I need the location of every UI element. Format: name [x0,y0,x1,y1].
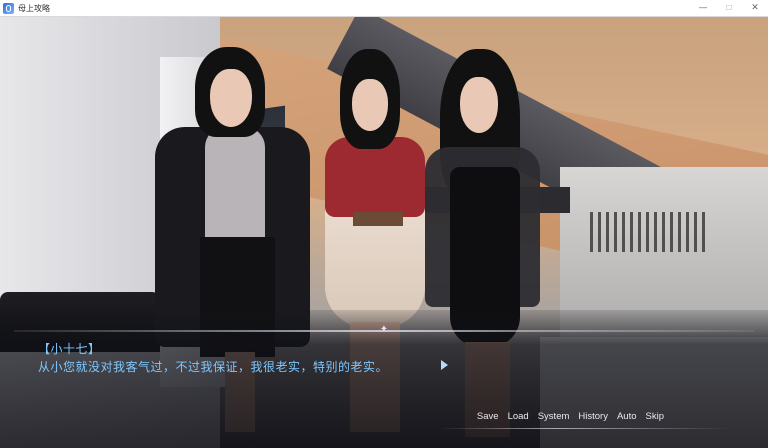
dialogue-text: 从小您就没对我客气过，不过我保证，我很老实，特别的老实。 [38,360,389,374]
quick-menu: Save Load System History Auto Skip [477,411,664,422]
stair-railing [590,212,710,252]
save-button[interactable]: Save [477,411,499,422]
maximize-button[interactable]: ☐ [716,0,742,16]
app-logo-icon [3,2,14,14]
face [460,77,498,133]
dialogue-box[interactable]: ✦ 【小十七】 从小您就没对我客气过，不过我保证，我很老实，特别的老实。 Sav… [0,310,768,448]
speaker-name: 【小十七】 [38,342,101,356]
window-controls: — ☐ ✕ [690,0,768,16]
load-button[interactable]: Load [508,411,529,422]
auto-button[interactable]: Auto [617,411,637,422]
window-title: 母上攻略 [18,3,50,13]
history-button[interactable]: History [578,411,608,422]
belt [353,212,403,226]
play-arrow-icon[interactable] [441,360,448,370]
sweater [205,127,265,247]
close-button[interactable]: ✕ [742,0,768,16]
title-bar: 母上攻略 — ☐ ✕ [0,0,768,17]
menu-underline [440,428,730,429]
face [210,69,252,127]
skip-button[interactable]: Skip [646,411,664,422]
system-button[interactable]: System [538,411,570,422]
face [352,79,388,131]
minimize-button[interactable]: — [690,0,716,16]
game-window: 母上攻略 — ☐ ✕ ✦ 【小十七】 从小您就没对我客气过，不过我保证，我很老实… [0,0,768,448]
ornament-icon: ✦ [379,324,389,335]
